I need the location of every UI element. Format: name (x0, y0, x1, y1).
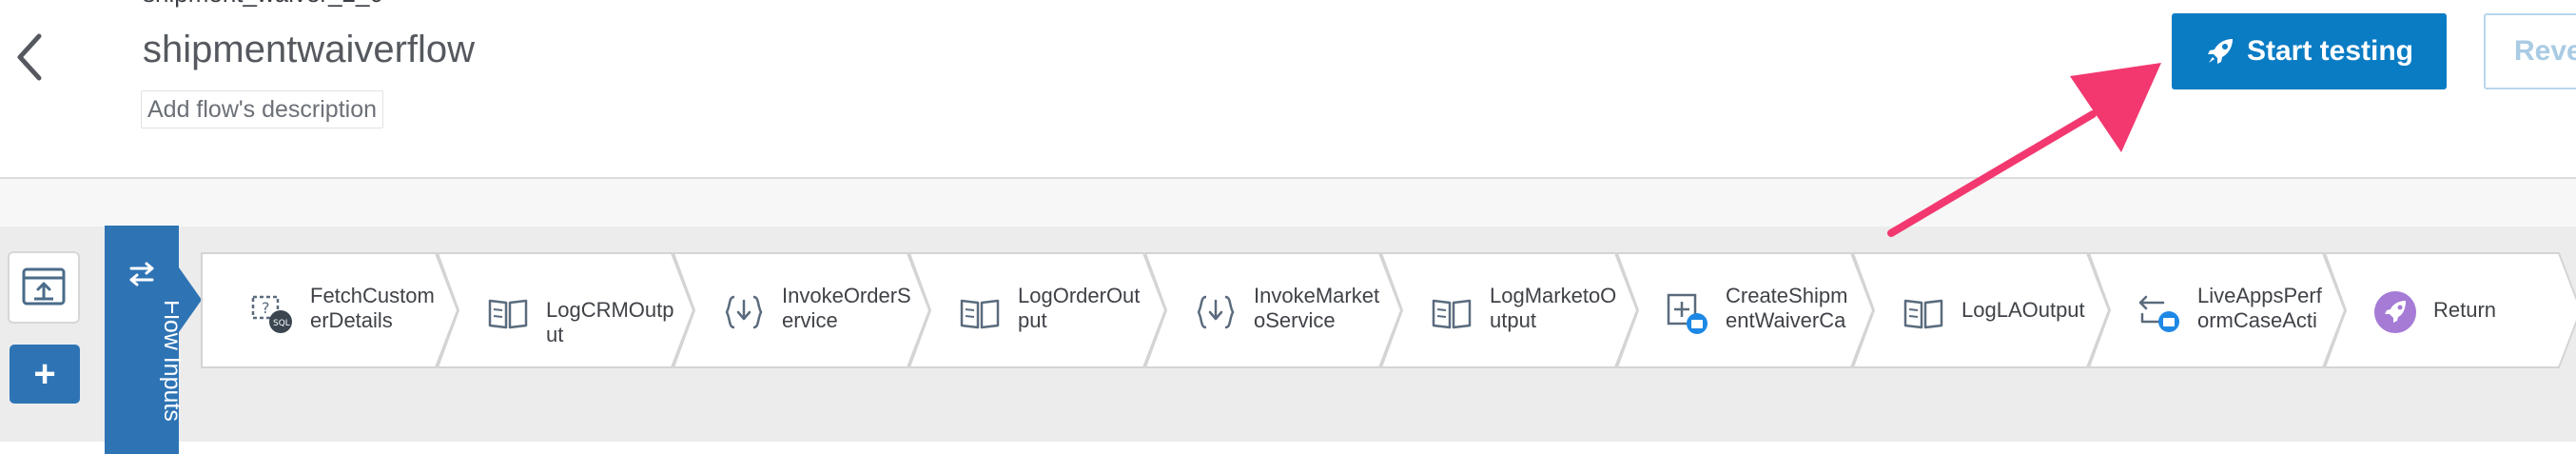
rocket-icon (2207, 39, 2233, 64)
start-testing-button[interactable]: Start testing (2172, 13, 2447, 89)
log-book-icon (957, 289, 1003, 335)
import-export-tool-button[interactable] (8, 251, 80, 324)
revert-label: Reve (2514, 35, 2576, 67)
step-label: FetchCustomerDetails (310, 284, 435, 332)
svg-text:SQL: SQL (273, 319, 290, 328)
flow-title[interactable]: shipmentwaiverflow (143, 29, 475, 71)
upload-window-icon (22, 267, 66, 306)
flow-inputs-pointer (179, 267, 202, 332)
flow-description-field[interactable]: Add flow's description (141, 90, 384, 128)
log-book-icon (1901, 289, 1946, 335)
revert-button[interactable]: Reve (2484, 13, 2576, 89)
return-rocket-icon (2372, 289, 2418, 335)
flow-steps: ? SQL FetchCustomerDetails LogCRMOutput Invo… (200, 251, 2576, 369)
step-label: LogCRMOutput (546, 298, 674, 346)
invoke-icon (1193, 289, 1239, 335)
step-label: LogMarketoOutput (1490, 284, 1617, 332)
step-label: Return (2433, 298, 2497, 322)
start-testing-label: Start testing (2246, 35, 2414, 67)
flow-canvas: + Flow Inputs ? SQL FetchCustomerDetails Lo… (0, 179, 2576, 454)
flow-step-logorderoutput[interactable]: LogOrderOutput (907, 251, 1169, 369)
step-label: LiveAppsPerformCaseActi (2197, 284, 2322, 332)
flow-step-createshipmentwaiverca[interactable]: CreateShipmentWaiverCa (1615, 251, 1877, 369)
swap-arrows-icon (129, 262, 154, 286)
app-subtitle: shipment_waiver_2_0 (143, 0, 383, 9)
step-label: LogLAOutput (1961, 298, 2085, 322)
case-action-icon (2137, 289, 2182, 335)
flow-header: shipment_waiver_2_0 shipmentwaiverflow A… (0, 0, 2576, 179)
step-label: LogOrderOutput (1018, 284, 1141, 332)
step-label: InvokeMarketoService (1254, 284, 1380, 332)
flow-step-liveappsperformcaseacti[interactable]: LiveAppsPerformCaseActi (2087, 251, 2349, 369)
back-button[interactable] (0, 19, 57, 95)
chevron-left-icon (17, 33, 42, 81)
flow-step-loglaoutput[interactable]: LogLAOutput (1851, 251, 2113, 369)
step-label: InvokeOrderService (782, 284, 911, 332)
log-book-icon (1429, 289, 1474, 335)
flow-step-fetchcustomerdetails[interactable]: ? SQL FetchCustomerDetails (200, 251, 461, 369)
flow-inputs-panel[interactable]: Flow Inputs (105, 226, 185, 454)
flow-step-invokemarketoservice[interactable]: InvokeMarketoService (1143, 251, 1405, 369)
add-button[interactable]: + (10, 345, 80, 404)
invoke-icon (721, 289, 767, 335)
svg-text:?: ? (262, 299, 270, 317)
sql-query-icon: ? SQL (249, 289, 295, 335)
flow-step-invokeorderservice[interactable]: InvokeOrderService (672, 251, 933, 369)
create-case-icon (1665, 289, 1710, 335)
log-book-icon (485, 289, 531, 335)
flow-step-return[interactable]: Return (2323, 251, 2576, 369)
flow-step-logcrmoutput[interactable]: LogCRMOutput (436, 251, 697, 369)
flow-step-logmarketooutput[interactable]: LogMarketoOutput (1379, 251, 1641, 369)
step-label: CreateShipmentWaiverCa (1726, 284, 1848, 332)
